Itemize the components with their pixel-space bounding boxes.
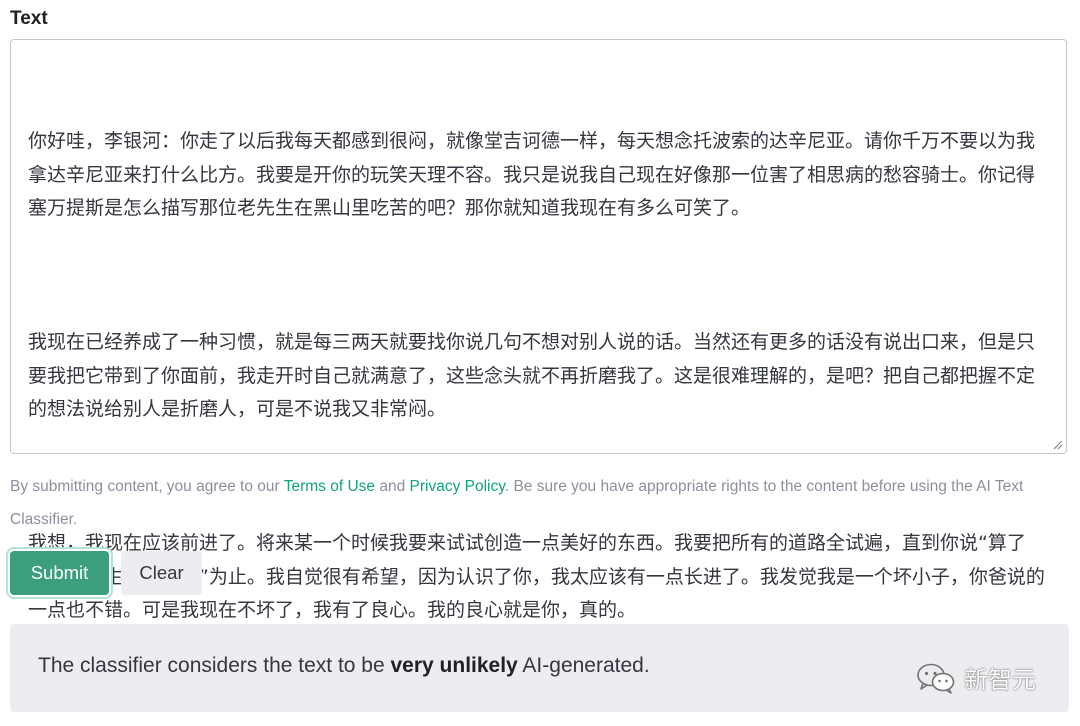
text-input-area[interactable]: 你好哇，李银河：你走了以后我每天都感到很闷，就像堂吉诃德一样，每天想念托波索的达… — [10, 39, 1067, 621]
result-verdict: very unlikely — [390, 654, 518, 677]
watermark: 新智元 — [916, 660, 1036, 695]
resize-handle-icon[interactable] — [1052, 439, 1063, 450]
privacy-policy-link[interactable]: Privacy Policy — [410, 478, 505, 495]
text-paragraph-1: 你好哇，李银河：你走了以后我每天都感到很闷，就像堂吉诃德一样，每天想念托波索的达… — [28, 130, 1036, 219]
text-input-content[interactable]: 你好哇，李银河：你走了以后我每天都感到很闷，就像堂吉诃德一样，每天想念托波索的达… — [28, 58, 1052, 695]
result-suffix: AI-generated. — [517, 654, 650, 677]
clear-button[interactable]: Clear — [121, 551, 202, 595]
classifier-result-text: The classifier considers the text to be … — [38, 654, 650, 678]
disclaimer-and: and — [375, 478, 410, 495]
result-prefix: The classifier considers the text to be — [38, 654, 391, 677]
wechat-icon — [917, 663, 955, 694]
terms-disclaimer: By submitting content, you agree to our … — [10, 470, 1072, 536]
submit-button[interactable]: Submit — [10, 551, 109, 595]
watermark-text: 新智元 — [964, 666, 1036, 694]
classifier-result-panel: The classifier considers the text to be … — [10, 624, 1069, 712]
disclaimer-prefix: By submitting content, you agree to our — [10, 478, 284, 495]
text-field-label: Text — [10, 8, 48, 29]
terms-of-use-link[interactable]: Terms of Use — [284, 478, 375, 495]
text-paragraph-2: 我现在已经养成了一种习惯，就是每三两天就要找你说几句不想对别人说的话。当然还有更… — [28, 331, 1036, 420]
